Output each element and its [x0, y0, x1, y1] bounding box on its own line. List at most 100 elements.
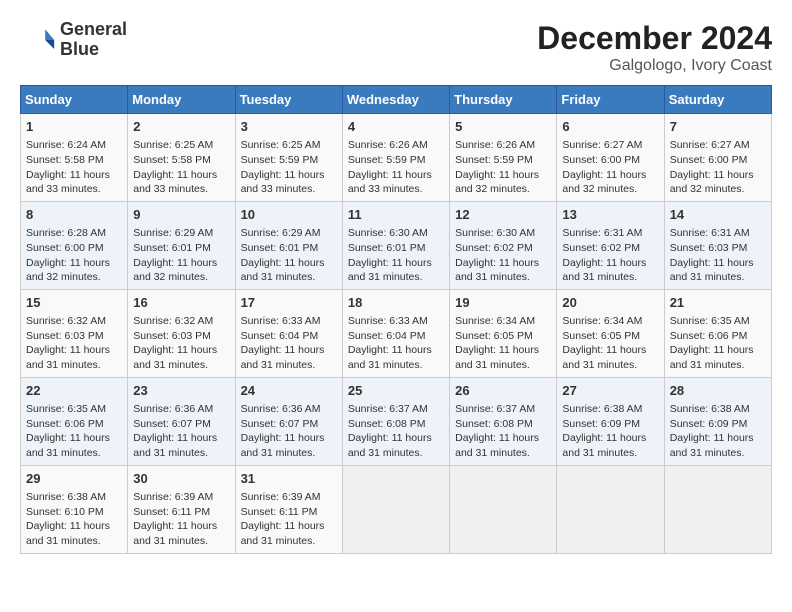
day-number: 15	[26, 294, 122, 312]
calendar-cell: 1Sunrise: 6:24 AMSunset: 5:58 PMDaylight…	[21, 114, 128, 202]
day-info-line: Sunrise: 6:35 AM	[26, 403, 106, 415]
calendar-cell: 21Sunrise: 6:35 AMSunset: 6:06 PMDayligh…	[664, 289, 771, 377]
day-info-line: Sunset: 6:08 PM	[348, 418, 426, 430]
day-number: 13	[562, 206, 658, 224]
header-monday: Monday	[128, 86, 235, 114]
header-sunday: Sunday	[21, 86, 128, 114]
day-info-line: Sunset: 6:01 PM	[348, 242, 426, 254]
day-info-line: Sunset: 6:00 PM	[26, 242, 104, 254]
day-info-line: Sunrise: 6:30 AM	[455, 227, 535, 239]
logo-icon	[20, 22, 56, 58]
day-info-line: Sunrise: 6:33 AM	[348, 315, 428, 327]
calendar-cell: 8Sunrise: 6:28 AMSunset: 6:00 PMDaylight…	[21, 201, 128, 289]
day-info-line: and 31 minutes.	[241, 447, 316, 459]
day-info-line: Daylight: 11 hours	[26, 432, 110, 444]
day-info-line: Daylight: 11 hours	[348, 344, 432, 356]
day-number: 27	[562, 382, 658, 400]
calendar-cell: 12Sunrise: 6:30 AMSunset: 6:02 PMDayligh…	[450, 201, 557, 289]
day-info-line: Sunset: 6:10 PM	[26, 506, 104, 518]
day-info-line: Daylight: 11 hours	[133, 520, 217, 532]
header-wednesday: Wednesday	[342, 86, 449, 114]
day-number: 2	[133, 118, 229, 136]
calendar-header: SundayMondayTuesdayWednesdayThursdayFrid…	[21, 86, 772, 114]
day-info-line: Sunrise: 6:35 AM	[670, 315, 750, 327]
day-number: 24	[241, 382, 337, 400]
day-number: 5	[455, 118, 551, 136]
day-info-line: Daylight: 11 hours	[26, 520, 110, 532]
day-info-line: Daylight: 11 hours	[133, 432, 217, 444]
day-info-line: and 31 minutes.	[26, 447, 101, 459]
calendar-cell: 13Sunrise: 6:31 AMSunset: 6:02 PMDayligh…	[557, 201, 664, 289]
day-info-line: Sunset: 5:58 PM	[26, 154, 104, 166]
calendar-cell: 29Sunrise: 6:38 AMSunset: 6:10 PMDayligh…	[21, 465, 128, 553]
day-info-line: Sunrise: 6:26 AM	[455, 139, 535, 151]
day-info-line: Daylight: 11 hours	[241, 520, 325, 532]
calendar-cell: 14Sunrise: 6:31 AMSunset: 6:03 PMDayligh…	[664, 201, 771, 289]
day-info-line: Sunrise: 6:29 AM	[133, 227, 213, 239]
day-number: 6	[562, 118, 658, 136]
day-info-line: Sunset: 6:09 PM	[670, 418, 748, 430]
calendar-body: 1Sunrise: 6:24 AMSunset: 5:58 PMDaylight…	[21, 114, 772, 554]
day-info-line: and 31 minutes.	[348, 271, 423, 283]
day-info-line: and 31 minutes.	[241, 359, 316, 371]
day-number: 19	[455, 294, 551, 312]
logo-text: General Blue	[60, 20, 127, 60]
calendar-cell: 27Sunrise: 6:38 AMSunset: 6:09 PMDayligh…	[557, 377, 664, 465]
day-info-line: Daylight: 11 hours	[241, 257, 325, 269]
day-info-line: Daylight: 11 hours	[241, 432, 325, 444]
day-number: 26	[455, 382, 551, 400]
day-number: 25	[348, 382, 444, 400]
calendar-cell: 9Sunrise: 6:29 AMSunset: 6:01 PMDaylight…	[128, 201, 235, 289]
calendar-cell: 20Sunrise: 6:34 AMSunset: 6:05 PMDayligh…	[557, 289, 664, 377]
day-info-line: Sunrise: 6:39 AM	[133, 491, 213, 503]
day-info-line: Sunrise: 6:34 AM	[562, 315, 642, 327]
calendar-week-row: 1Sunrise: 6:24 AMSunset: 5:58 PMDaylight…	[21, 114, 772, 202]
day-info-line: Sunset: 6:07 PM	[133, 418, 211, 430]
calendar-cell: 18Sunrise: 6:33 AMSunset: 6:04 PMDayligh…	[342, 289, 449, 377]
day-number: 16	[133, 294, 229, 312]
day-info-line: Sunrise: 6:32 AM	[26, 315, 106, 327]
day-info-line: Sunset: 5:59 PM	[241, 154, 319, 166]
day-info-line: Sunrise: 6:37 AM	[348, 403, 428, 415]
day-number: 14	[670, 206, 766, 224]
day-number: 9	[133, 206, 229, 224]
day-info-line: Sunrise: 6:24 AM	[26, 139, 106, 151]
calendar-cell: 30 Sunrise: 6:39 AM Sunset: 6:11 PM Dayligh…	[128, 465, 235, 553]
day-info-line: Sunset: 6:11 PM	[241, 506, 318, 518]
calendar-cell: 25Sunrise: 6:37 AMSunset: 6:08 PMDayligh…	[342, 377, 449, 465]
day-info-line: and 31 minutes.	[241, 271, 316, 283]
day-info-line: Sunrise: 6:38 AM	[670, 403, 750, 415]
day-info-line: and 31 minutes.	[133, 535, 208, 547]
day-info-line: and 33 minutes.	[133, 183, 208, 195]
day-number: 20	[562, 294, 658, 312]
day-number: 23	[133, 382, 229, 400]
day-info-line: Sunset: 5:58 PM	[133, 154, 211, 166]
day-info-line: and 31 minutes.	[455, 447, 530, 459]
header-tuesday: Tuesday	[235, 86, 342, 114]
day-info-line: and 31 minutes.	[562, 271, 637, 283]
calendar-cell	[664, 465, 771, 553]
day-number: 30	[133, 470, 229, 488]
calendar-cell: 24Sunrise: 6:36 AMSunset: 6:07 PMDayligh…	[235, 377, 342, 465]
day-info-line: Daylight: 11 hours	[133, 257, 217, 269]
day-info-line: Daylight: 11 hours	[455, 344, 539, 356]
day-number: 31	[241, 470, 337, 488]
title-block: December 2024 Galgologo, Ivory Coast	[537, 20, 772, 75]
calendar-table: SundayMondayTuesdayWednesdayThursdayFrid…	[20, 85, 772, 554]
day-info-line: Sunset: 6:03 PM	[26, 330, 104, 342]
day-info-line: Sunrise: 6:33 AM	[241, 315, 321, 327]
day-info-line: and 32 minutes.	[26, 271, 101, 283]
calendar-subtitle: Galgologo, Ivory Coast	[537, 57, 772, 75]
day-number: 11	[348, 206, 444, 224]
day-info-line: Sunset: 5:59 PM	[455, 154, 533, 166]
day-info-line: Sunset: 6:04 PM	[241, 330, 319, 342]
day-info-line: Sunset: 6:11 PM	[133, 506, 210, 518]
day-info-line: Daylight: 11 hours	[562, 169, 646, 181]
calendar-cell: 19Sunrise: 6:34 AMSunset: 6:05 PMDayligh…	[450, 289, 557, 377]
calendar-cell: 7Sunrise: 6:27 AMSunset: 6:00 PMDaylight…	[664, 114, 771, 202]
day-number: 7	[670, 118, 766, 136]
calendar-cell: 11Sunrise: 6:30 AMSunset: 6:01 PMDayligh…	[342, 201, 449, 289]
day-info-line: Sunrise: 6:32 AM	[133, 315, 213, 327]
day-info-line: Sunrise: 6:31 AM	[670, 227, 750, 239]
day-info-line: Sunrise: 6:38 AM	[26, 491, 106, 503]
